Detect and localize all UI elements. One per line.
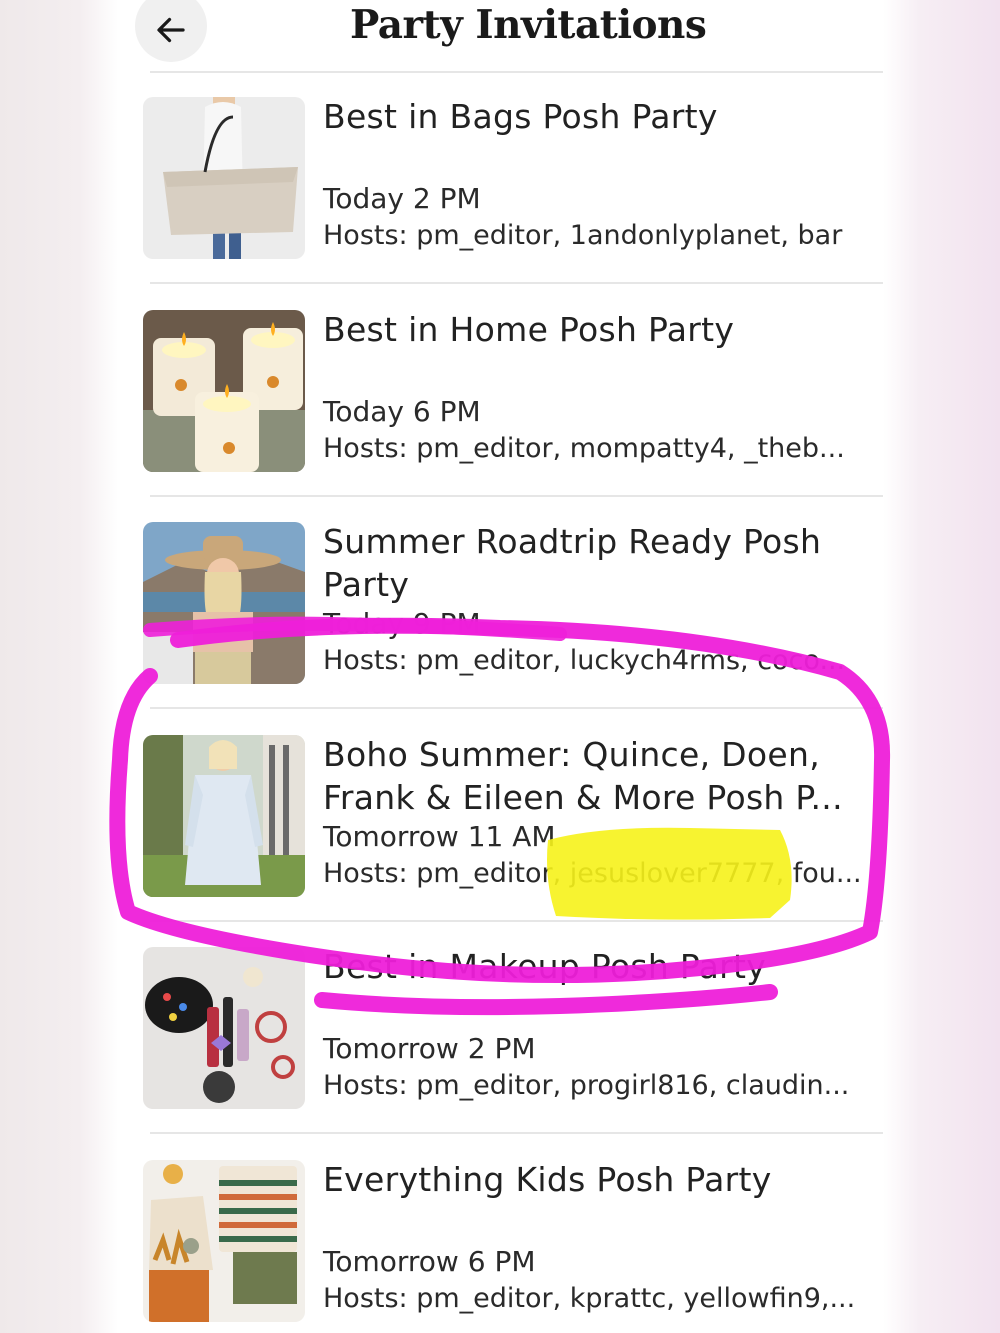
party-time: Tomorrow 2 PM xyxy=(323,1032,536,1065)
party-thumbnail xyxy=(143,947,305,1109)
party-row[interactable]: Best in Bags Posh Party Today 2 PM Hosts… xyxy=(118,72,883,284)
party-title: Everything Kids Posh Party xyxy=(323,1160,772,1199)
divider xyxy=(150,1132,883,1134)
party-title: Best in Makeup Posh Party xyxy=(323,947,767,986)
party-thumbnail xyxy=(143,522,305,684)
party-row[interactable]: Summer Roadtrip Ready Posh Party Today 9… xyxy=(118,497,883,709)
party-row[interactable]: Everything Kids Posh Party Tomorrow 6 PM… xyxy=(118,1135,883,1333)
party-title: Best in Home Posh Party xyxy=(323,310,735,349)
party-time: Today 2 PM xyxy=(323,182,481,215)
party-thumbnail xyxy=(143,735,305,897)
party-hosts: Hosts: pm_editor, 1andonlyplanet, bar xyxy=(323,220,843,251)
party-time: Today 9 PM xyxy=(323,607,481,640)
party-thumbnail xyxy=(143,1160,305,1322)
party-row[interactable]: Best in Home Posh Party Today 6 PM Hosts… xyxy=(118,285,883,497)
party-hosts: Hosts: pm_editor, luckych4rms, coco... xyxy=(323,645,846,676)
party-thumbnail xyxy=(143,97,305,259)
arrow-left-icon xyxy=(157,17,185,43)
divider xyxy=(150,282,883,284)
header: Party Invitations xyxy=(118,0,883,73)
party-row[interactable]: Boho Summer: Quince, Doen, Frank & Eilee… xyxy=(118,710,883,922)
back-button[interactable] xyxy=(135,0,207,62)
party-row[interactable]: Best in Makeup Posh Party Tomorrow 2 PM … xyxy=(118,922,883,1134)
party-time: Today 6 PM xyxy=(323,395,481,428)
party-hosts: Hosts: pm_editor, kprattc, yellowfin9,..… xyxy=(323,1283,856,1314)
party-hosts: Hosts: pm_editor, jesuslover7777, fou... xyxy=(323,858,862,889)
divider xyxy=(150,707,883,709)
party-title: Summer Roadtrip Ready Posh Party xyxy=(323,522,822,604)
party-thumbnail xyxy=(143,310,305,472)
party-hosts: Hosts: pm_editor, mompatty4, _theb... xyxy=(323,433,845,464)
party-title: Boho Summer: Quince, Doen, Frank & Eilee… xyxy=(323,735,843,817)
party-time: Tomorrow 11 AM xyxy=(323,820,556,853)
page-title: Party Invitations xyxy=(350,2,707,48)
party-hosts: Hosts: pm_editor, progirl816, claudin... xyxy=(323,1070,850,1101)
party-title: Best in Bags Posh Party xyxy=(323,97,718,136)
party-invitations-screen: Party Invitations Best in Bags Posh Part… xyxy=(118,0,883,1333)
party-time: Tomorrow 6 PM xyxy=(323,1245,536,1278)
